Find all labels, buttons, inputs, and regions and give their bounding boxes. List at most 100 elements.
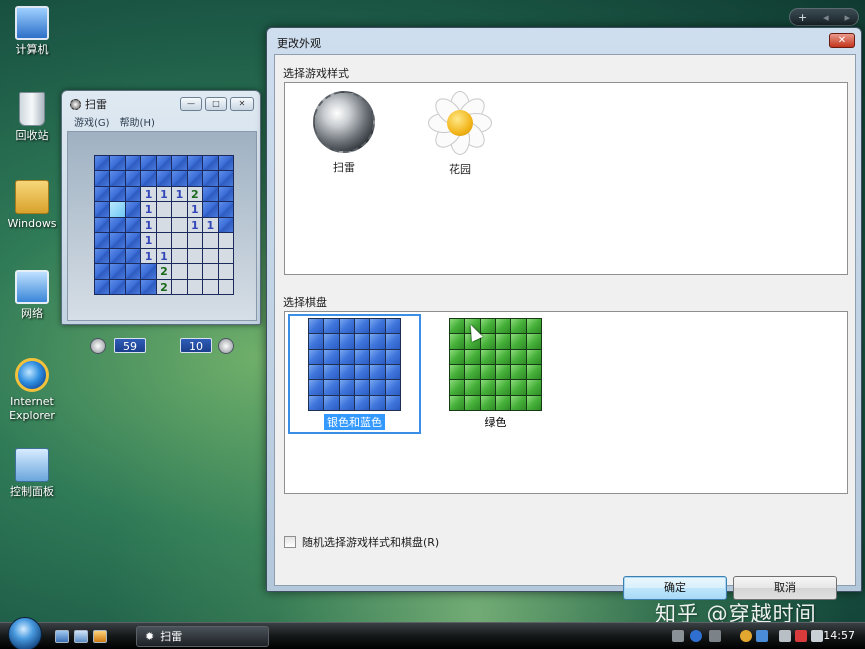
cancel-button[interactable]: 取消: [733, 576, 837, 600]
mine-cell-covered[interactable]: [110, 171, 125, 186]
mine-cell-number[interactable]: 1: [141, 248, 156, 264]
random-style-option[interactable]: 随机选择游戏样式和棋盘(R): [284, 534, 439, 550]
mine-cell-open[interactable]: [218, 279, 233, 294]
mine-cell-number[interactable]: 2: [156, 279, 172, 294]
mine-cell-covered[interactable]: [110, 156, 125, 171]
mine-cell-covered[interactable]: [110, 264, 125, 279]
mine-cell-covered[interactable]: [203, 171, 218, 186]
deck-option-green[interactable]: 绿色: [445, 314, 546, 434]
tray-settings-icon[interactable]: [709, 630, 721, 642]
mine-cell-open[interactable]: [172, 202, 187, 217]
mine-cell-covered[interactable]: [95, 217, 110, 233]
mine-cell-covered[interactable]: [203, 186, 218, 202]
desktop-icon-network[interactable]: 网络: [0, 270, 64, 321]
start-button[interactable]: [8, 617, 42, 649]
mine-cell-open[interactable]: [172, 264, 187, 279]
mine-cell-open[interactable]: [187, 279, 203, 294]
mine-cell-covered[interactable]: [218, 202, 233, 217]
mine-cell-number[interactable]: 2: [156, 264, 172, 279]
mine-cell-covered[interactable]: [125, 279, 141, 294]
mine-cell-open[interactable]: [218, 233, 233, 248]
close-button[interactable]: ✕: [230, 97, 254, 111]
mine-cell-number[interactable]: 1: [187, 217, 203, 233]
style-option-garden[interactable]: 花园: [415, 91, 505, 177]
random-style-checkbox[interactable]: [284, 536, 296, 548]
show-desktop-icon[interactable]: [55, 630, 69, 643]
desktop-icon-control-panel[interactable]: 控制面板: [0, 448, 64, 499]
taskbar-button-minesweeper[interactable]: ✹ 扫雷: [136, 626, 269, 647]
mine-cell-covered[interactable]: [203, 156, 218, 171]
mine-cell-covered[interactable]: [203, 202, 218, 217]
desktop-icon-recycle-bin[interactable]: 回收站: [0, 92, 64, 143]
mine-cell-open[interactable]: [156, 217, 172, 233]
mine-cell-covered[interactable]: [218, 217, 233, 233]
mine-cell-number[interactable]: 1: [141, 217, 156, 233]
mine-cell-covered[interactable]: [125, 217, 141, 233]
mine-cell-covered[interactable]: [125, 248, 141, 264]
mine-cell-number[interactable]: 2: [187, 186, 203, 202]
desktop-icon-internet-explorer[interactable]: Internet Explorer: [0, 358, 64, 423]
mine-cell-number[interactable]: 1: [203, 217, 218, 233]
mine-cell-covered[interactable]: [95, 156, 110, 171]
mine-cell-covered[interactable]: [125, 156, 141, 171]
mine-cell-number[interactable]: 1: [141, 186, 156, 202]
mine-cell-open[interactable]: [218, 264, 233, 279]
mine-cell-covered[interactable]: [218, 186, 233, 202]
switch-windows-icon[interactable]: [74, 630, 88, 643]
mine-cell-covered[interactable]: [95, 202, 110, 217]
mine-cell-covered[interactable]: [187, 171, 203, 186]
desktop-icon-computer[interactable]: 计算机: [0, 6, 64, 57]
keyboard-icon[interactable]: [672, 630, 684, 642]
mine-cell-covered[interactable]: [95, 279, 110, 294]
previous-gadget-button[interactable]: ◂: [823, 11, 829, 24]
mine-cell-open[interactable]: [187, 233, 203, 248]
mine-cell-covered[interactable]: [125, 186, 141, 202]
menu-game[interactable]: 游戏(G): [74, 114, 110, 129]
security-icon[interactable]: [740, 630, 752, 642]
tray-app-icon[interactable]: [795, 630, 807, 642]
mine-cell-open[interactable]: [218, 248, 233, 264]
mine-cell-covered[interactable]: [172, 171, 187, 186]
mine-cell-covered[interactable]: [125, 171, 141, 186]
mine-cell-covered[interactable]: [218, 156, 233, 171]
next-gadget-button[interactable]: ▸: [845, 11, 851, 24]
mine-cell-covered[interactable]: [218, 171, 233, 186]
mine-cell-open[interactable]: [172, 233, 187, 248]
mine-cell-open[interactable]: [156, 233, 172, 248]
mine-cell-covered[interactable]: [110, 186, 125, 202]
mine-cell-open[interactable]: [203, 279, 218, 294]
mine-cell-covered[interactable]: [141, 264, 156, 279]
mine-cell-covered[interactable]: [95, 248, 110, 264]
mine-cell-covered[interactable]: [110, 279, 125, 294]
mine-cell-covered[interactable]: [172, 156, 187, 171]
media-player-icon[interactable]: [93, 630, 107, 643]
mine-cell-open[interactable]: [203, 264, 218, 279]
volume-icon[interactable]: [779, 630, 791, 642]
style-option-minesweeper[interactable]: 扫雷: [299, 91, 389, 175]
mine-cell-covered[interactable]: [156, 156, 172, 171]
mine-cell-number[interactable]: 1: [141, 233, 156, 248]
deck-option-silver-blue[interactable]: 银色和蓝色: [288, 314, 421, 434]
mine-cell-number[interactable]: 1: [172, 186, 187, 202]
mine-cell-hovered[interactable]: [110, 202, 125, 217]
mine-cell-covered[interactable]: [156, 171, 172, 186]
mine-cell-covered[interactable]: [95, 171, 110, 186]
mine-cell-covered[interactable]: [125, 264, 141, 279]
menu-help[interactable]: 帮助(H): [120, 114, 155, 129]
mine-cell-number[interactable]: 1: [156, 186, 172, 202]
mine-cell-covered[interactable]: [95, 264, 110, 279]
network-tray-icon[interactable]: [756, 630, 768, 642]
mine-cell-number[interactable]: 1: [156, 248, 172, 264]
mine-cell-covered[interactable]: [141, 156, 156, 171]
mine-cell-open[interactable]: [156, 202, 172, 217]
mine-cell-open[interactable]: [172, 279, 187, 294]
mine-cell-open[interactable]: [203, 248, 218, 264]
maximize-button[interactable]: □: [205, 97, 227, 111]
mine-cell-open[interactable]: [187, 248, 203, 264]
add-gadget-button[interactable]: +: [798, 11, 807, 24]
mine-cell-number[interactable]: 1: [187, 202, 203, 217]
mine-cell-number[interactable]: 1: [141, 202, 156, 217]
mine-cell-open[interactable]: [172, 248, 187, 264]
ok-button[interactable]: 确定: [623, 576, 727, 600]
close-button[interactable]: ✕: [829, 33, 855, 48]
